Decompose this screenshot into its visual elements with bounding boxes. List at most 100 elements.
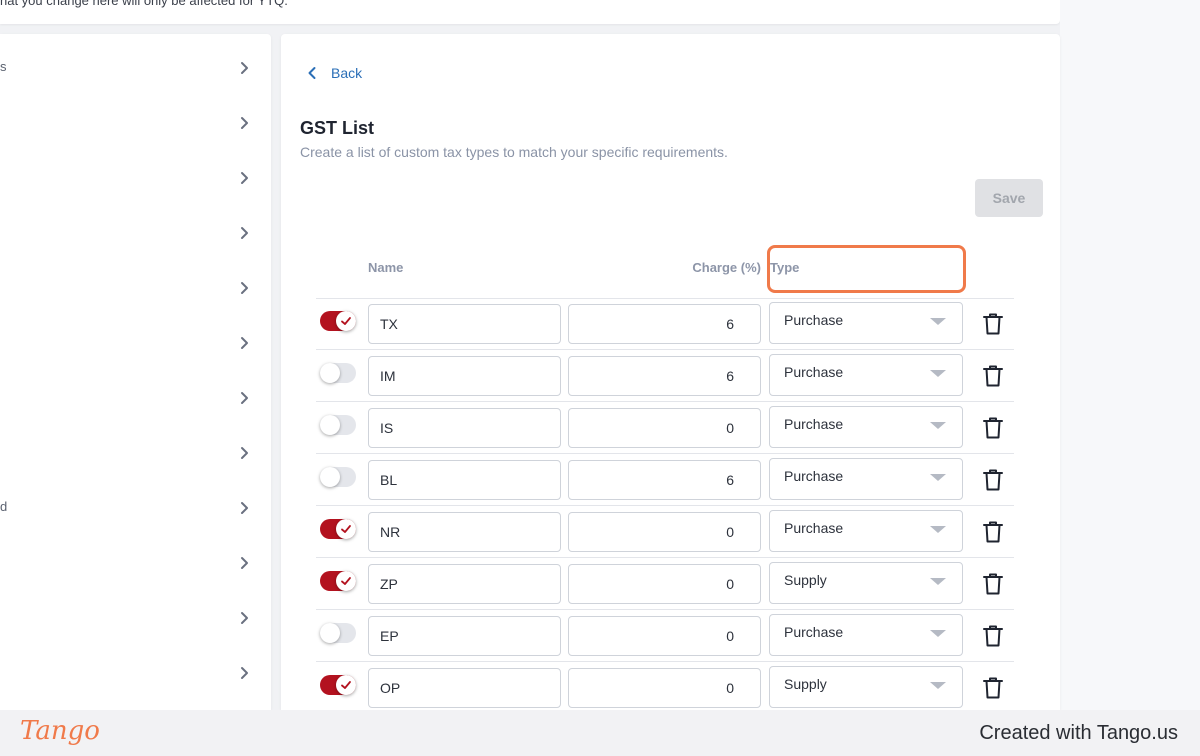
chevron-right-icon <box>241 612 248 624</box>
caret-down-icon <box>930 578 946 585</box>
page-subtitle: Create a list of custom tax types to mat… <box>300 144 728 160</box>
save-button[interactable]: Save <box>975 179 1043 217</box>
toggle-knob <box>320 623 340 643</box>
type-select[interactable]: Purchase <box>769 406 963 448</box>
type-select[interactable]: Purchase <box>769 458 963 500</box>
trash-icon[interactable] <box>982 572 1004 596</box>
chevron-right-icon <box>241 227 248 239</box>
table-row: ZP 0 Supply <box>316 558 1014 610</box>
chevron-right-icon <box>241 667 248 679</box>
sidebar-item[interactable] <box>0 379 271 419</box>
tax-name-input[interactable]: OP <box>368 668 561 708</box>
charge-percent-input[interactable]: 6 <box>568 356 761 396</box>
gst-table: TX 6 Purchase IM 6 Purchase IS 0 Purchase BL 6 Purc… <box>316 298 1014 710</box>
table-row: IM 6 Purchase <box>316 350 1014 402</box>
check-icon <box>341 681 351 689</box>
sidebar-item[interactable] <box>0 214 271 254</box>
charge-percent-input[interactable]: 0 <box>568 668 761 708</box>
tax-name-input[interactable]: ZP <box>368 564 561 604</box>
sidebar-item-label: d <box>0 499 8 514</box>
trash-icon[interactable] <box>982 364 1004 388</box>
enabled-toggle[interactable] <box>320 363 356 383</box>
enabled-toggle[interactable] <box>320 571 356 591</box>
type-select-value: Supply <box>784 572 827 588</box>
tax-name-input[interactable]: TX <box>368 304 561 344</box>
caret-down-icon <box>930 630 946 637</box>
sidebar-item[interactable] <box>0 324 271 364</box>
type-select-value: Purchase <box>784 364 844 380</box>
sidebar-item-label: s <box>0 59 7 74</box>
charge-percent-input[interactable]: 6 <box>568 460 761 500</box>
sidebar-item[interactable] <box>0 269 271 309</box>
column-header-name: Name <box>368 260 404 275</box>
type-select[interactable]: Purchase <box>769 354 963 396</box>
tax-name-input[interactable]: IS <box>368 408 561 448</box>
chevron-right-icon <box>241 337 248 349</box>
type-select[interactable]: Supply <box>769 666 963 708</box>
check-icon <box>341 317 351 325</box>
enabled-toggle[interactable] <box>320 415 356 435</box>
type-select-value: Purchase <box>784 520 844 536</box>
created-with-text: Created with Tango.us <box>979 722 1178 744</box>
type-select-value: Purchase <box>784 416 844 432</box>
enabled-toggle[interactable] <box>320 519 356 539</box>
sidebar-item[interactable] <box>0 104 271 144</box>
charge-percent-input[interactable]: 0 <box>568 616 761 656</box>
enabled-toggle[interactable] <box>320 675 356 695</box>
trash-icon[interactable] <box>982 416 1004 440</box>
charge-percent-input[interactable]: 6 <box>568 304 761 344</box>
caret-down-icon <box>930 526 946 533</box>
sidebar-item[interactable] <box>0 159 271 199</box>
top-notice-bar: hat you change here will only be affecte… <box>0 0 1060 24</box>
table-row: TX 6 Purchase <box>316 298 1014 350</box>
type-select-value: Supply <box>784 676 827 692</box>
trash-icon[interactable] <box>982 624 1004 648</box>
caret-down-icon <box>930 474 946 481</box>
chevron-right-icon <box>241 172 248 184</box>
enabled-toggle[interactable] <box>320 311 356 331</box>
type-select[interactable]: Supply <box>769 562 963 604</box>
toggle-knob <box>336 311 356 331</box>
sidebar-item[interactable] <box>0 599 271 639</box>
chevron-right-icon <box>241 282 248 294</box>
chevron-right-icon <box>241 62 248 74</box>
toggle-knob <box>336 571 356 591</box>
right-gutter <box>1060 0 1200 710</box>
top-notice-text: hat you change here will only be affecte… <box>0 0 288 8</box>
enabled-toggle[interactable] <box>320 623 356 643</box>
tax-name-input[interactable]: EP <box>368 616 561 656</box>
charge-percent-input[interactable]: 0 <box>568 512 761 552</box>
chevron-right-icon <box>241 502 248 514</box>
trash-icon[interactable] <box>982 312 1004 336</box>
tax-name-input[interactable]: IM <box>368 356 561 396</box>
sidebar-item[interactable] <box>0 544 271 584</box>
chevron-right-icon <box>241 447 248 459</box>
chevron-right-icon <box>241 557 248 569</box>
caret-down-icon <box>930 422 946 429</box>
type-select[interactable]: Purchase <box>769 302 963 344</box>
sidebar-item[interactable]: d <box>0 489 271 529</box>
trash-icon[interactable] <box>982 520 1004 544</box>
settings-sidebar: sd <box>0 34 271 710</box>
chevron-right-icon <box>241 392 248 404</box>
trash-icon[interactable] <box>982 676 1004 700</box>
table-row: NR 0 Purchase <box>316 506 1014 558</box>
toggle-knob <box>320 363 340 383</box>
charge-percent-input[interactable]: 0 <box>568 408 761 448</box>
tax-name-input[interactable]: BL <box>368 460 561 500</box>
trash-icon[interactable] <box>982 468 1004 492</box>
type-select[interactable]: Purchase <box>769 614 963 656</box>
gst-list-panel: Back GST List Create a list of custom ta… <box>281 34 1060 710</box>
check-icon <box>341 577 351 585</box>
enabled-toggle[interactable] <box>320 467 356 487</box>
back-button[interactable]: Back <box>305 63 362 83</box>
sidebar-item[interactable] <box>0 434 271 474</box>
table-row: EP 0 Purchase <box>316 610 1014 662</box>
sidebar-item[interactable] <box>0 654 271 694</box>
tax-name-input[interactable]: NR <box>368 512 561 552</box>
charge-percent-input[interactable]: 0 <box>568 564 761 604</box>
sidebar-item[interactable]: s <box>0 49 271 89</box>
type-select[interactable]: Purchase <box>769 510 963 552</box>
page-title: GST List <box>300 118 375 138</box>
toggle-knob <box>320 415 340 435</box>
